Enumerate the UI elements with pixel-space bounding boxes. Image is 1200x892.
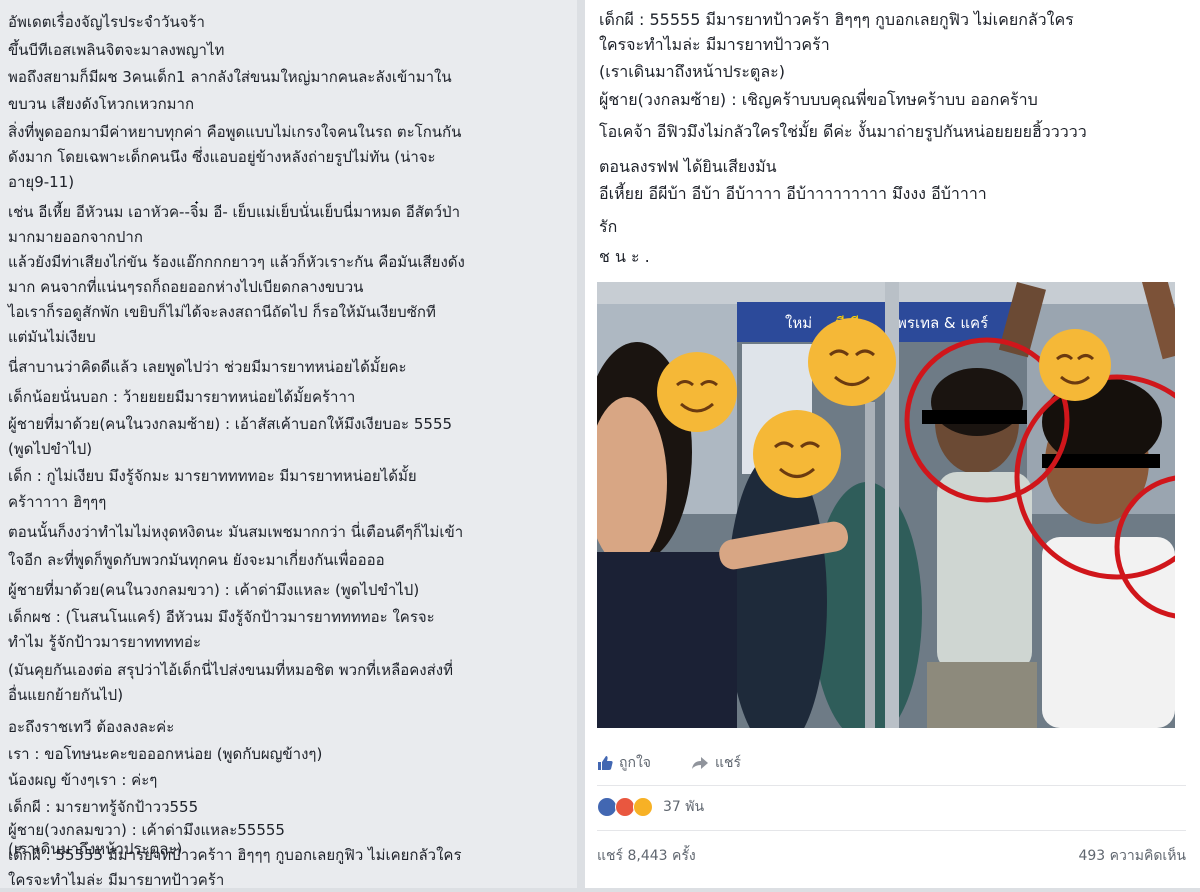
post-text-line: ผู้ชาย(วงกลมซ้าย) : เชิญคร้าบบบคุณพี่ขอโ… (599, 90, 1038, 109)
emoji-face-icon (1039, 329, 1111, 401)
left-text-line: มาก คนจากที่แน่นๆรถก็ถอยออกห่างไปเบียดกล… (8, 278, 364, 296)
left-text-line: ดังมาก โดยเฉพาะเด็กคนนึง ซึ่งแอบอยู่ข้าง… (8, 148, 436, 166)
post-photo[interactable]: ใหม่ มีเฉี พรเทล & แคร์ (597, 282, 1175, 728)
left-text-line: อะถึงราชเทวี ต้องลงละค่ะ (8, 718, 175, 736)
left-text-line: อื่นแยกย้ายกันไป) (8, 686, 124, 704)
post-text-line: โอเคจ้า อีฟิวมึงไม่กลัวใครใช่มั้ย ดีค่ะ … (599, 122, 1087, 141)
left-text-line: ทำไม รู้จักป้าวมารยาททททอ่ะ (8, 633, 202, 651)
post-text-line: ใครจะทำไมล่ะ มีมารยาทป้าวคร้า (599, 35, 830, 54)
haha-reaction-icon (633, 797, 653, 817)
sign-text-right: พรเทล & แคร์ (897, 314, 988, 332)
post-text-line: รัก (599, 217, 618, 236)
left-screenshot-panel: อัพเดตเรื่องจัญไรประจำวันจร้าขึ้นบีทีเอส… (0, 0, 577, 889)
comment-count[interactable]: 493 ความคิดเห็น (1078, 845, 1186, 867)
left-text-line: ผู้ชายที่มาด้วย(คนในวงกลมซ้าย) : เอ้าสัส… (8, 415, 453, 433)
post-text-line: (เราเดินมาถึงหน้าประตูละ) (599, 62, 785, 81)
left-text-line: (เราเดินมาถึงหน้าประตูละ) (8, 840, 183, 858)
share-count[interactable]: แชร์ 8,443 ครั้ง (597, 845, 696, 867)
reactions-summary[interactable]: 37 พัน (597, 796, 704, 818)
left-text-line: เด็กผช : (โนสนโนแคร์) อีหัวนม มึงรู้จักป… (8, 608, 435, 626)
left-text-line: เด็ก : กูไม่เงียบ มึงรู้จักมะ มารยาททททอ… (8, 467, 417, 485)
post-text-line: อีเหี้ยย อีผีบ้า อีบ้า อีบ้าาาา อีบ้าาาา… (599, 184, 987, 203)
left-text-line: พอถึงสยามก็มีผช 3คนเด็ก1 ลากลังใส่ขนมใหญ… (8, 68, 452, 86)
post-stats: แชร์ 8,443 ครั้ง 493 ความคิดเห็น (597, 845, 1186, 867)
divider (597, 785, 1186, 786)
facebook-post-card: เด็กผี : 55555 มีมารยาทป้าวคร้า ฮิๆๆๆ กู… (585, 0, 1200, 888)
share-button[interactable]: แชร์ (691, 752, 741, 774)
like-label: ถูกใจ (619, 755, 651, 771)
left-text-line: อายุ9-11) (8, 173, 75, 191)
left-text-line: สิ่งที่พูดออกมามีค่าหยาบทุกค่า คือพูดแบบ… (8, 123, 462, 141)
left-text-line: น้องผญ ข้างๆเรา : ค่ะๆ (8, 771, 158, 789)
left-text-line: อัพเดตเรื่องจัญไรประจำวันจร้า (8, 13, 205, 31)
train-selfie-image: ใหม่ มีเฉี พรเทล & แคร์ (597, 282, 1175, 728)
divider (597, 830, 1186, 831)
sign-text-new: ใหม่ (785, 314, 812, 332)
emoji-face-icon (808, 318, 896, 406)
left-text-line: ผู้ชายที่มาด้วย(คนในวงกลมขวา) : เค้าด่าม… (8, 581, 420, 599)
left-text-line: ไอเราก็รอดูสักพัก เขยิบก็ไม่ได้จะลงสถานี… (8, 303, 436, 321)
emoji-face-icon (753, 410, 841, 498)
left-text-line: ขึ้นบีทีเอสเพลินจิตจะมาลงพญาไท (8, 41, 225, 59)
left-text-line: นี่สาบานว่าคิดดีแล้ว เลยพูดไปว่า ช่วยมีม… (8, 358, 407, 376)
post-text-line: ช น ะ . (599, 247, 650, 266)
angry-reaction-icon (615, 797, 635, 817)
left-text-line: ใจอีก ละที่พูดก็พูดกับพวกมันทุกคน ยังจะม… (8, 551, 385, 569)
post-text-line: ตอนลงรฟฟ ได้ยินเสียงมัน (599, 157, 777, 176)
post-actions: ถูกใจ แชร์ (597, 752, 741, 774)
share-arrow-icon (692, 757, 708, 769)
left-text-line: คร้าาาาา ฮิๆๆๆ (8, 493, 107, 511)
left-text-line: มากมายออกจากปาก (8, 228, 143, 246)
left-text-line: แต่มันไม่เงียบ (8, 328, 96, 346)
left-text-line: ใครจะทำไมล่ะ มีมารยาทป้าวคร้า (8, 871, 225, 889)
like-button[interactable]: ถูกใจ (597, 752, 651, 774)
share-label: แชร์ (715, 755, 742, 771)
left-text-line: ขบวน เสียงดังโหวกเหวกมาก (8, 95, 195, 113)
post-text-line: เด็กผี : 55555 มีมารยาทป้าวคร้า ฮิๆๆๆ กู… (599, 10, 1074, 29)
left-text-line: (มันคุยกันเองต่อ สรุปว่าไอ้เด็กนี่ไปส่งข… (8, 661, 453, 679)
left-text-line: เด็กผี : มารยาทรู้จักป้าวว555 (8, 798, 199, 816)
left-text-line: เรา : ขอโทษนะคะขอออกหน่อย (พูดกับผญข้างๆ… (8, 745, 323, 763)
reaction-count: 37 พัน (663, 799, 705, 815)
thumbs-up-icon (598, 756, 613, 770)
left-text-line: (พูดไปขำไป) (8, 440, 93, 458)
left-text-line: เช่น อีเหี้ย อีหัวนม เอาหัวค--จิ๋ม อี- เ… (8, 203, 460, 221)
left-text-line: แล้วยังมีท่าเสียงไก่ขัน ร้องแอ๊กกกกยาวๆ … (8, 253, 465, 271)
like-reaction-icon (597, 797, 617, 817)
left-text-line: เด็กน้อยนั่นบอก : ว้ายยยยมีมารยาทหน่อยได… (8, 388, 356, 406)
left-text-line: ตอนนั้นก็งงว่าทำไมไม่หงุดหงิดนะ มันสมเพช… (8, 523, 464, 541)
emoji-face-icon (657, 352, 737, 432)
